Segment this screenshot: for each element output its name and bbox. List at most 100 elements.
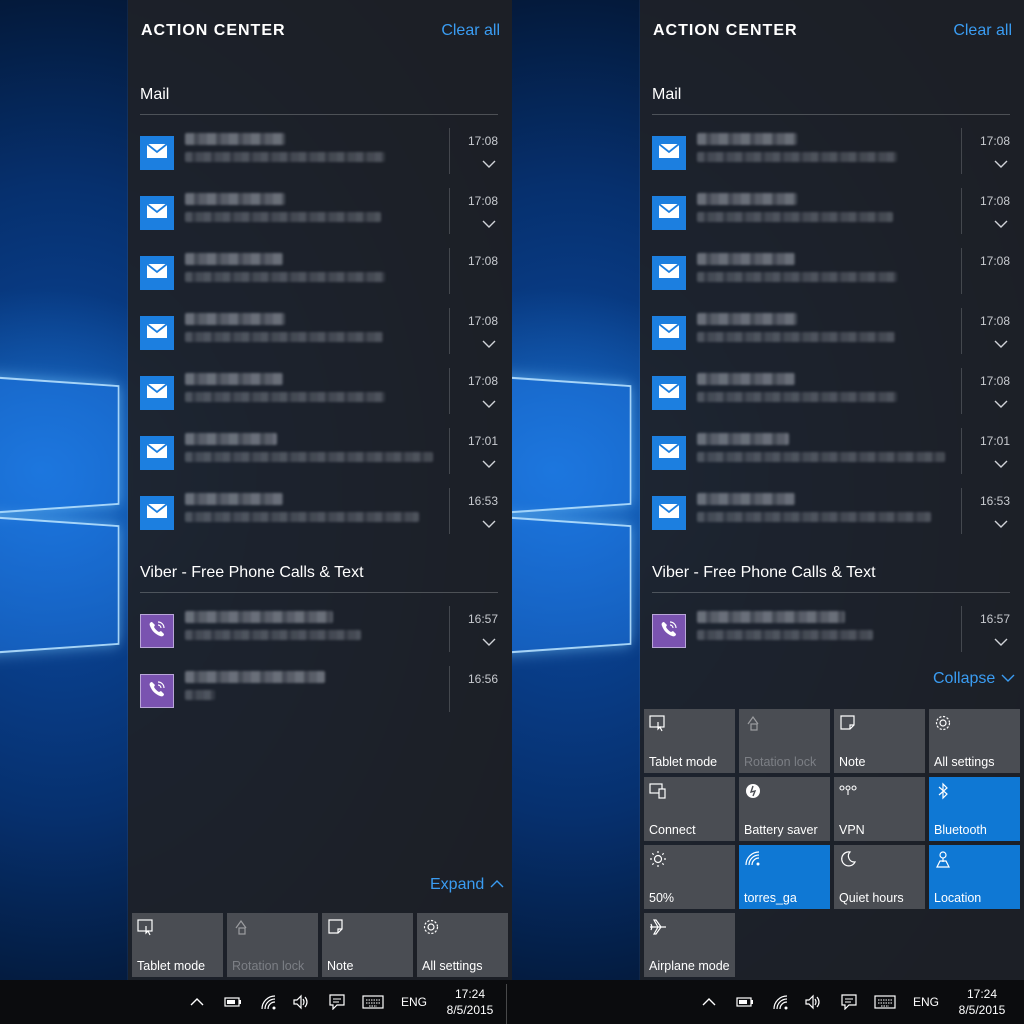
mail-notification[interactable]: 17:01 [140,428,502,484]
language-indicator[interactable]: ENG [401,995,427,1009]
chevron-down-icon[interactable] [994,156,1008,166]
chevron-down-icon[interactable] [994,216,1008,226]
quick-action-quiet-hours[interactable]: Quiet hours [834,845,925,909]
group-title-mail[interactable]: Mail [140,86,169,104]
notification-divider [449,368,450,414]
viber-notification[interactable]: 16:57 [140,606,502,662]
quick-action-all-settings[interactable]: All settings [929,709,1020,773]
taskbar: ENG 17:24 8/5/2015 [512,980,1024,1024]
quick-action-connect[interactable]: Connect [644,777,735,841]
mail-notification[interactable]: 17:08 [652,308,1014,364]
taskbar-clock[interactable]: 17:24 8/5/2015 [435,986,505,1018]
chevron-down-icon[interactable] [994,634,1008,644]
mail-notification[interactable]: 17:08 [652,368,1014,424]
wifi-icon[interactable] [772,994,790,1010]
group-title-viber[interactable]: Viber - Free Phone Calls & Text [140,564,364,582]
quick-action-tablet-mode[interactable]: Tablet mode [644,709,735,773]
chevron-down-icon[interactable] [482,156,496,166]
clear-all-link[interactable]: Clear all [953,22,1012,40]
notification-divider [961,488,962,534]
quick-action-label: torres_ga [744,891,797,905]
mail-notification[interactable]: 17:08 [140,248,502,304]
windows-logo-pane [512,514,631,656]
mail-notification[interactable]: 16:53 [652,488,1014,544]
chevron-down-icon[interactable] [482,456,496,466]
quick-action-battery-saver[interactable]: Battery saver [739,777,830,841]
viber-notification[interactable]: 16:56 [140,666,502,722]
notification-divider [449,488,450,534]
keyboard-icon[interactable] [362,994,384,1010]
windows-logo-pane [0,514,119,656]
notification-sender-redacted [185,193,285,205]
chevron-up-icon[interactable] [190,994,208,1010]
mail-notification[interactable]: 17:08 [140,188,502,244]
wifi-icon [744,850,762,868]
notification-divider [961,368,962,414]
group-title-mail[interactable]: Mail [652,86,681,104]
chevron-down-icon[interactable] [482,216,496,226]
chevron-down-icon[interactable] [994,456,1008,466]
mail-notification[interactable]: 17:08 [652,248,1014,304]
chevron-down-icon[interactable] [482,634,496,644]
group-title-viber[interactable]: Viber - Free Phone Calls & Text [652,564,876,582]
mail-notification[interactable]: 17:08 [652,128,1014,184]
volume-icon[interactable] [292,994,310,1010]
clock-time: 17:24 [947,986,1017,1002]
quick-action-torres-ga[interactable]: torres_ga [739,845,830,909]
quick-action-note[interactable]: Note [834,709,925,773]
battery-icon[interactable] [224,994,242,1010]
chevron-down-icon[interactable] [482,516,496,526]
viber-notification[interactable]: 16:57 [652,606,1014,662]
expand-button[interactable]: Expand [430,876,504,894]
wifi-icon[interactable] [260,994,278,1010]
quick-action-50[interactable]: 50% [644,845,735,909]
notification-time: 17:01 [980,434,1010,448]
mail-notification[interactable]: 16:53 [140,488,502,544]
notification-sender-redacted [697,493,795,505]
chevron-down-icon[interactable] [994,336,1008,346]
mail-icon [658,263,680,284]
mail-notification[interactable]: 17:01 [652,428,1014,484]
mail-app-icon [652,496,686,530]
quick-action-tablet-mode[interactable]: Tablet mode [132,913,223,977]
notification-divider [961,428,962,474]
mail-notification[interactable]: 17:08 [652,188,1014,244]
quick-action-note[interactable]: Note [322,913,413,977]
action-center-panel: ACTION CENTER Clear all Mail 17:08 17:08 17:0… [640,0,1024,980]
keyboard-icon[interactable] [874,994,896,1010]
quick-action-vpn[interactable]: VPN [834,777,925,841]
quick-action-label: Rotation lock [744,755,816,769]
quick-action-label: Note [839,755,865,769]
collapse-button[interactable]: Collapse [933,670,1015,688]
chevron-down-icon[interactable] [482,336,496,346]
notification-divider [961,128,962,174]
mail-app-icon [652,316,686,350]
mail-notification[interactable]: 17:08 [140,128,502,184]
notification-preview-redacted [697,392,897,402]
notification-preview-redacted [697,152,897,162]
mail-notification[interactable]: 17:08 [140,308,502,364]
group-divider [140,592,498,593]
volume-icon[interactable] [804,994,822,1010]
notification-preview-redacted [185,152,385,162]
action-center-icon[interactable] [328,994,346,1010]
chevron-down-icon[interactable] [994,516,1008,526]
chevron-down-icon[interactable] [482,396,496,406]
show-desktop-divider[interactable] [506,984,507,1024]
taskbar-clock[interactable]: 17:24 8/5/2015 [947,986,1017,1018]
clear-all-link[interactable]: Clear all [441,22,500,40]
language-indicator[interactable]: ENG [913,995,939,1009]
mail-notification[interactable]: 17:08 [140,368,502,424]
battery-icon[interactable] [736,994,754,1010]
quick-action-airplane-mode[interactable]: Airplane mode [644,913,735,977]
quick-action-location[interactable]: Location [929,845,1020,909]
notification-time: 17:08 [468,194,498,208]
quick-action-all-settings[interactable]: All settings [417,913,508,977]
action-center-icon[interactable] [840,994,858,1010]
chevron-down-icon[interactable] [994,396,1008,406]
notification-divider [961,188,962,234]
chevron-up-icon[interactable] [702,994,720,1010]
viber-icon [146,678,168,705]
quick-action-bluetooth[interactable]: Bluetooth [929,777,1020,841]
quick-action-label: Airplane mode [649,959,730,973]
